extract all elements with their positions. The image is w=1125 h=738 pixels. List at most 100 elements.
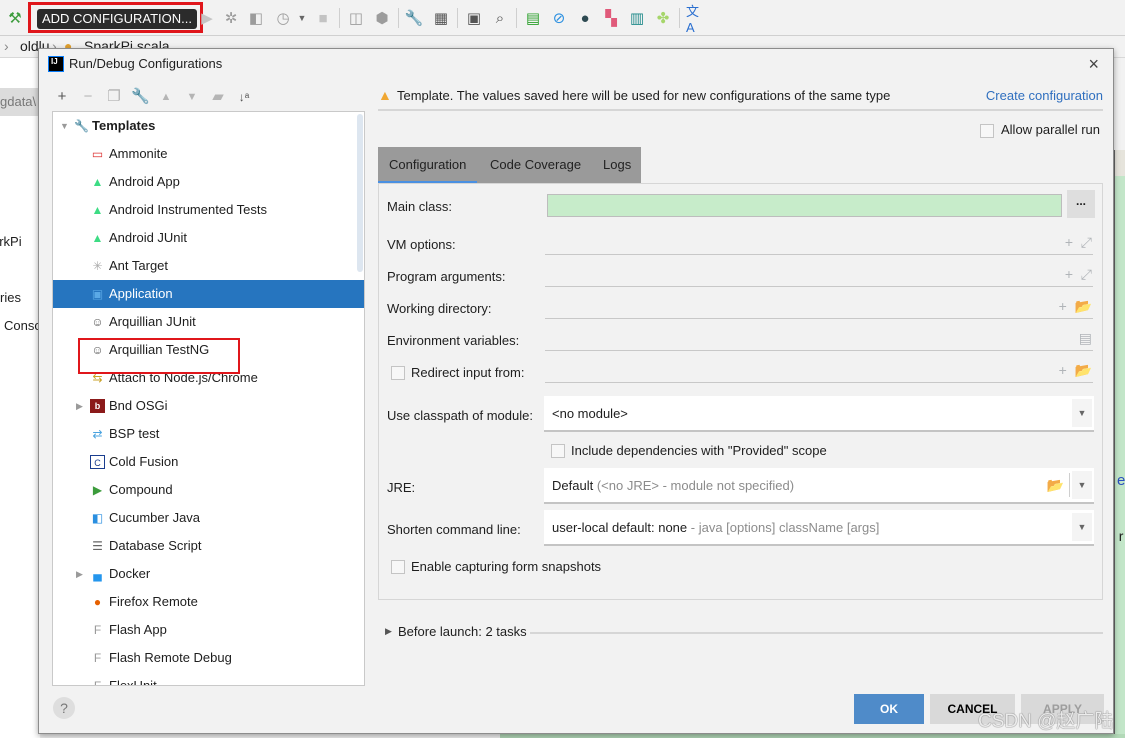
editor-tab[interactable]: gdata\ [0, 88, 40, 116]
browse-main-class-button[interactable]: ... [1067, 190, 1095, 218]
build-artifact-icon[interactable]: ⬢ [373, 9, 391, 27]
search-icon[interactable]: ⌕ [491, 9, 509, 27]
move-down-icon[interactable]: ▼ [183, 87, 201, 107]
tab-configuration[interactable]: Configuration [377, 147, 478, 183]
project-structure-icon[interactable]: ▦ [432, 9, 450, 27]
expand-icon[interactable]: ⤢ [1081, 234, 1092, 250]
cancel-button[interactable]: CANCEL [930, 694, 1015, 724]
add-icon[interactable]: + [53, 87, 71, 107]
redirect-input-field[interactable] [545, 358, 1093, 382]
folder-icon[interactable]: 📂 [1047, 477, 1064, 494]
vm-options-input[interactable] [545, 230, 1093, 254]
disable-icon[interactable]: ⊘ [550, 9, 568, 27]
tree-item[interactable]: ries [0, 290, 40, 305]
coverage-icon[interactable]: ◧ [247, 9, 265, 27]
redirect-input-checkbox[interactable] [391, 365, 405, 380]
sort-icon[interactable]: ↓ᵃ [235, 87, 253, 107]
run-icon[interactable]: ▶ [198, 9, 216, 27]
expand-icon[interactable]: ⤢ [1081, 266, 1092, 282]
environment-variables-input[interactable] [545, 326, 1093, 350]
tree-item[interactable]: ☺ Arquillian JUnit [53, 308, 364, 336]
folder-icon[interactable]: 📂 [1075, 362, 1092, 378]
attach-icon[interactable]: ◫ [347, 9, 365, 27]
hammer-icon[interactable]: ⚒ [6, 9, 24, 27]
tree-item[interactable]: ▶ b Bnd OSGi [53, 392, 364, 420]
create-configuration-link[interactable]: Create configuration [986, 88, 1103, 103]
tree-item[interactable]: C Cold Fusion [53, 448, 364, 476]
translate-icon[interactable]: 文A [686, 4, 704, 35]
enable-snapshots-checkbox[interactable] [391, 559, 405, 574]
chevron-down-icon[interactable]: ▼ [293, 9, 311, 27]
classpath-module-select[interactable]: <no module> ▼ [544, 396, 1094, 432]
tree-root-templates[interactable]: ▼ 🔧 Templates [53, 112, 364, 140]
move-up-icon[interactable]: ▲ [157, 87, 175, 107]
chevron-down-icon[interactable]: ▼ [1072, 513, 1092, 541]
tree-item[interactable]: ▣ Application [53, 280, 364, 308]
tree-item[interactable]: ▶ Compound [53, 476, 364, 504]
remove-icon[interactable]: − [79, 87, 97, 107]
tab-code-coverage[interactable]: Code Coverage [490, 147, 581, 183]
stop-icon[interactable]: ■ [314, 9, 332, 27]
tree-item[interactable]: ☺ Arquillian TestNG [53, 336, 364, 364]
chevron-down-icon[interactable]: ▼ [1072, 471, 1092, 499]
tab-logs[interactable]: Logs [603, 147, 631, 183]
debug-icon[interactable]: ✲ [222, 9, 240, 27]
monitor-icon[interactable]: ▤ [524, 9, 542, 27]
help-button[interactable]: ? [53, 697, 75, 719]
add-icon[interactable]: + [1065, 234, 1073, 250]
apply-button[interactable]: APPLY [1021, 694, 1104, 724]
redirect-input[interactable]: Redirect input from: [391, 364, 524, 380]
enable-snapshots[interactable]: Enable capturing form snapshots [391, 558, 601, 574]
include-provided-checkbox[interactable] [551, 443, 565, 458]
expand-arrow-icon[interactable]: ▼ [60, 112, 69, 140]
plugin-icon[interactable]: ✤ [654, 9, 672, 27]
database-icon[interactable]: ▥ [628, 9, 646, 27]
tree-item[interactable]: ▲ Android Instrumented Tests [53, 196, 364, 224]
allow-parallel-run-checkbox[interactable] [980, 123, 994, 138]
main-class-input[interactable] [547, 194, 1062, 217]
folder-icon[interactable]: 📂 [1075, 298, 1092, 314]
close-icon[interactable]: × [1088, 54, 1099, 75]
add-icon[interactable]: + [1059, 362, 1067, 378]
before-launch-section[interactable]: ▶ Before launch: 2 tasks [385, 623, 1103, 641]
include-provided-scope[interactable]: Include dependencies with "Provided" sco… [551, 442, 827, 458]
program-arguments-input[interactable] [545, 262, 1093, 286]
settings-wrench-icon[interactable]: 🔧 [405, 9, 424, 27]
new-folder-icon[interactable]: ▰ [209, 87, 227, 107]
tree-item[interactable]: F FlexUnit [53, 672, 364, 685]
tree-item[interactable]: ✳ Ant Target [53, 252, 364, 280]
tree-item[interactable]: ▲ Android JUnit [53, 224, 364, 252]
profile-icon[interactable]: ◷ [274, 9, 292, 27]
tree-item[interactable]: ◧ Cucumber Java [53, 504, 364, 532]
shorten-command-line-select[interactable]: user-local default: none - java [options… [544, 510, 1094, 546]
ok-button[interactable]: OK [854, 694, 924, 724]
expand-arrow-icon[interactable]: ▶ [76, 392, 83, 420]
tree-item[interactable]: F Flash Remote Debug [53, 644, 364, 672]
tree-item[interactable]: ▲ Android App [53, 168, 364, 196]
tree-scrollbar[interactable] [357, 114, 363, 272]
record-icon[interactable]: ● [576, 9, 594, 27]
tree-item[interactable]: ▶ ▄ Docker [53, 560, 364, 588]
wrench-icon[interactable]: 🔧 [131, 87, 150, 107]
document-icon[interactable]: ▤ [1079, 330, 1092, 347]
tree-item[interactable]: arkPi [0, 234, 40, 249]
jre-select[interactable]: Default (<no JRE> - module not specified… [544, 468, 1094, 504]
tree-item[interactable]: F Flash App [53, 616, 364, 644]
tree-item[interactable]: ● Firefox Remote [53, 588, 364, 616]
tree-item[interactable]: ⇆ Attach to Node.js/Chrome [53, 364, 364, 392]
add-icon[interactable]: + [1059, 298, 1067, 314]
layout-icon[interactable]: ▚ [602, 9, 620, 27]
copy-icon[interactable]: ❐ [105, 87, 123, 107]
add-icon[interactable]: + [1065, 266, 1073, 282]
chevron-down-icon[interactable]: ▼ [1072, 399, 1092, 427]
add-configuration-button[interactable]: ADD CONFIGURATION... [37, 9, 197, 29]
terminal-icon[interactable]: ▣ [465, 9, 483, 27]
expand-arrow-icon[interactable]: ▶ [76, 560, 83, 588]
tree-item[interactable]: ▭ Ammonite [53, 140, 364, 168]
tree-item[interactable]: ☰ Database Script [53, 532, 364, 560]
expand-arrow-icon[interactable]: ▶ [385, 626, 392, 637]
config-tree[interactable]: ▼ 🔧 Templates ▭ Ammonite ▲ Android App ▲ Andr… [52, 111, 365, 686]
tree-item[interactable]: ⇄ BSP test [53, 420, 364, 448]
allow-parallel-run[interactable]: Allow parallel run [980, 122, 1100, 140]
working-directory-input[interactable] [545, 294, 1093, 318]
